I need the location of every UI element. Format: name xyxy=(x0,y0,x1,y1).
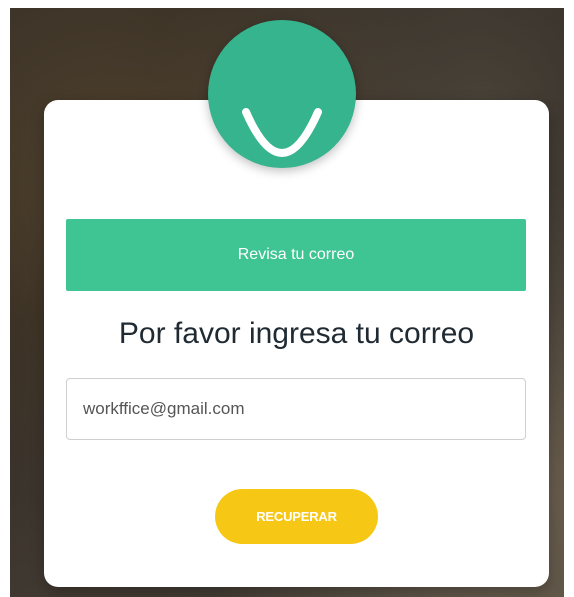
recover-button[interactable]: RECUPERAR xyxy=(215,489,378,544)
email-field[interactable] xyxy=(66,378,526,440)
status-banner-text: Revisa tu correo xyxy=(237,246,355,263)
smile-icon xyxy=(242,108,322,157)
page-title: Por favor ingresa tu correo xyxy=(118,317,475,350)
smile-avatar xyxy=(208,20,356,168)
status-banner: Revisa tu correo xyxy=(66,219,526,291)
